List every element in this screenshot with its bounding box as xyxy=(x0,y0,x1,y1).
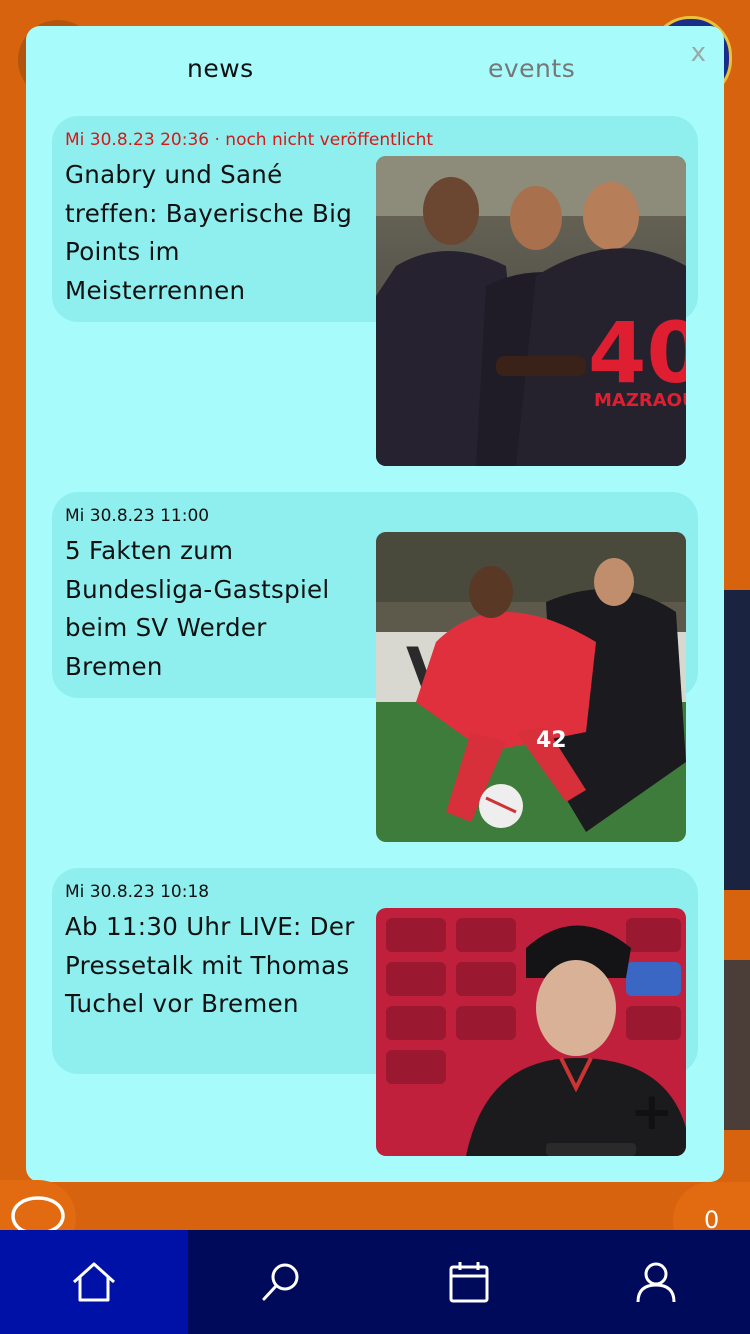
bottom-nav xyxy=(0,1230,750,1334)
background-fragment xyxy=(724,960,750,1130)
svg-text:42: 42 xyxy=(536,728,567,753)
profile-icon xyxy=(636,1262,676,1303)
news-item[interactable]: Mi 30.8.23 10:18 Ab 11:30 Uhr LIVE: Der … xyxy=(52,868,698,1182)
news-item[interactable]: Mi 30.8.23 11:00 5 Fakten zum Bundesliga… xyxy=(52,492,698,868)
players-celebrating-photo: 40 MAZRAOUI xyxy=(376,156,686,466)
tab-bar: news events xyxy=(26,54,724,94)
news-item[interactable]: Mi 30.8.23 20:36 · noch nicht veröffentl… xyxy=(52,116,698,492)
svg-text:MAZRAOUI: MAZRAOUI xyxy=(594,390,686,411)
player-dribbling-photo: VDO 42 xyxy=(376,532,686,842)
news-item-image[interactable]: 40 MAZRAOUI xyxy=(376,156,686,466)
nav-home[interactable] xyxy=(0,1230,188,1334)
tab-news[interactable]: news xyxy=(187,54,254,83)
nav-search[interactable] xyxy=(188,1230,376,1334)
svg-text:40: 40 xyxy=(588,304,686,402)
nav-calendar[interactable] xyxy=(375,1230,563,1334)
news-item-title: 5 Fakten zum Bundesliga-Gastspiel beim S… xyxy=(65,536,330,681)
home-icon xyxy=(72,1262,115,1302)
news-item-date: Mi 30.8.23 10:18 xyxy=(65,882,210,902)
news-item-image[interactable]: VDO 42 xyxy=(376,532,686,842)
news-item-title: Ab 11:30 Uhr LIVE: Der Pressetalk mit Th… xyxy=(65,912,355,1019)
nav-profile[interactable] xyxy=(563,1230,750,1334)
news-modal: x news events Mi 30.8.23 20:36 · noch ni… xyxy=(26,26,724,1182)
tab-events[interactable]: events xyxy=(488,54,575,83)
news-item-date: Mi 30.8.23 20:36 · noch nicht veröffentl… xyxy=(65,130,434,150)
add-button[interactable]: + xyxy=(630,1086,674,1138)
news-item-title: Gnabry und Sané treffen: Bayerische Big … xyxy=(65,160,353,305)
calendar-icon xyxy=(449,1262,489,1303)
background-fragment xyxy=(724,590,750,890)
news-list: Mi 30.8.23 20:36 · noch nicht veröffentl… xyxy=(52,116,698,1182)
search-icon xyxy=(262,1263,299,1301)
news-item-date: Mi 30.8.23 11:00 xyxy=(65,506,210,526)
